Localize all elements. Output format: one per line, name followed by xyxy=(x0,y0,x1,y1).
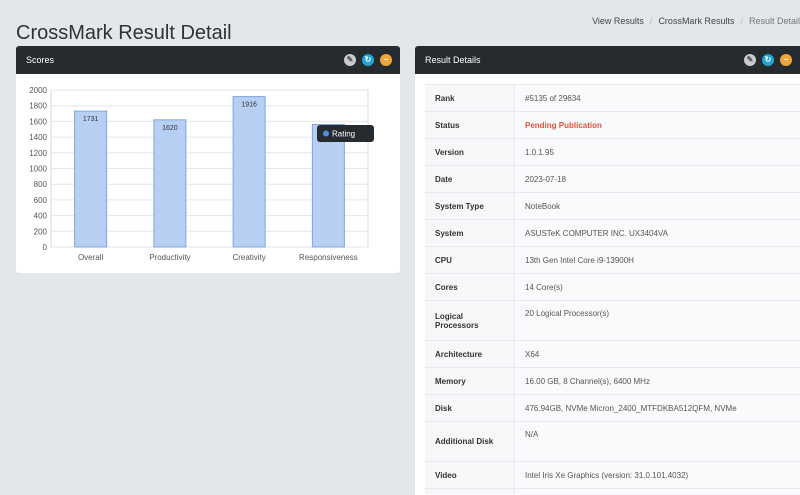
detail-value-memory: 16.00 GB, 8 Channel(s), 6400 MHz xyxy=(514,367,800,395)
detail-value-disk: 476.94GB, NVMe Micron_2400_MTFDKBA512QFM… xyxy=(514,394,800,422)
table-row: Rank #5135 of 29634 xyxy=(425,84,800,112)
detail-key-date: Date xyxy=(425,165,515,193)
detail-value-video: Intel Iris Xe Graphics (version: 31.0.10… xyxy=(514,461,800,489)
bar-data-label: 1731 xyxy=(83,116,99,123)
breadcrumb-separator: / xyxy=(740,16,743,26)
detail-key-version: Version xyxy=(425,138,515,166)
detail-value-next xyxy=(514,488,800,495)
detail-key-additional-disk: Additional Disk xyxy=(425,421,515,462)
collapse-icon[interactable]: − xyxy=(780,54,792,66)
table-row: Additional Disk N/A xyxy=(425,421,800,462)
x-tick-label: Responsiveness xyxy=(299,253,358,262)
result-details-tools: ✎ ↻ − xyxy=(744,54,792,66)
collapse-icon[interactable]: − xyxy=(380,54,392,66)
page-title: CrossMark Result Detail xyxy=(16,22,232,45)
scores-panel-header: Scores ✎ ↻ − xyxy=(16,46,400,74)
breadcrumb-separator: / xyxy=(649,16,653,26)
bar-data-label: 1620 xyxy=(162,125,178,132)
table-row: Memory 16.00 GB, 8 Channel(s), 6400 MHz xyxy=(425,367,800,395)
refresh-icon[interactable]: ↻ xyxy=(362,54,374,66)
bar-productivity xyxy=(153,119,187,248)
detail-key-system: System xyxy=(425,219,515,247)
x-tick-label: Creativity xyxy=(232,253,265,262)
wrench-icon[interactable]: ✎ xyxy=(344,54,356,66)
legend-dot xyxy=(323,130,329,137)
bar-responsiveness xyxy=(311,123,345,248)
y-tick-label: 200 xyxy=(34,227,48,236)
x-tick-label: Productivity xyxy=(149,253,190,262)
breadcrumb: View Results / CrossMark Results / Result De… xyxy=(592,16,800,26)
breadcrumb-crossmark-results[interactable]: CrossMark Results xyxy=(658,16,734,26)
breadcrumb-result-detail: Result Detail xyxy=(748,16,800,26)
y-tick-label: 1600 xyxy=(29,117,47,126)
detail-key-cores: Cores xyxy=(425,273,515,301)
table-row: System Type NoteBook xyxy=(425,192,800,220)
detail-key-architecture: Architecture xyxy=(425,340,515,368)
bar-creativity xyxy=(232,96,266,248)
y-tick-label: 1000 xyxy=(29,165,47,174)
detail-key-cpu: CPU xyxy=(425,246,515,274)
y-tick-label: 800 xyxy=(34,180,48,189)
legend-label: Rating xyxy=(332,130,355,139)
y-tick-label: 2000 xyxy=(29,86,47,95)
table-row: CPU 13th Gen Intel Core i9-13900H xyxy=(425,246,800,274)
table-row: Video Intel Iris Xe Graphics (version: 31… xyxy=(425,461,800,489)
bar-overall xyxy=(74,110,108,248)
table-row: Logical Processors 20 Logical Processor(s… xyxy=(425,300,800,341)
detail-value-logical-processors: 20 Logical Processor(s) xyxy=(514,300,800,341)
table-row: Version 1.0.1.95 xyxy=(425,138,800,166)
table-row: Disk 476.94GB, NVMe Micron_2400_MTFDKBA51… xyxy=(425,394,800,422)
y-tick-label: 1400 xyxy=(29,133,47,142)
scores-panel-tools: ✎ ↻ − xyxy=(344,54,392,66)
result-details-header: Result Details ✎ ↻ − xyxy=(415,46,800,74)
table-row: Architecture X64 xyxy=(425,340,800,368)
detail-value-system: ASUSTeK COMPUTER INC. UX3404VA xyxy=(514,219,800,247)
detail-key-logical-processors: Logical Processors xyxy=(425,300,515,341)
y-tick-label: 400 xyxy=(34,212,48,221)
bar-data-label: 1916 xyxy=(241,102,257,109)
y-tick-label: 1200 xyxy=(29,149,47,158)
detail-key-disk: Disk xyxy=(425,394,515,422)
table-row xyxy=(425,488,800,495)
y-tick-label: 1800 xyxy=(29,102,47,111)
detail-value-cpu: 13th Gen Intel Core i9-13900H xyxy=(514,246,800,274)
detail-key-status: Status xyxy=(425,111,515,139)
detail-value-date: 2023-07-18 xyxy=(514,165,800,193)
detail-key-system-type: System Type xyxy=(425,192,515,220)
scores-panel-title: Scores xyxy=(26,55,55,65)
detail-value-cores: 14 Core(s) xyxy=(514,273,800,301)
y-tick-label: 0 xyxy=(43,243,48,252)
detail-key-rank: Rank xyxy=(425,84,515,112)
status-badge: Pending Publication xyxy=(514,111,800,139)
table-row: Status Pending Publication xyxy=(425,111,800,139)
breadcrumb-view-results[interactable]: View Results xyxy=(592,16,644,26)
y-tick-label: 600 xyxy=(34,196,48,205)
result-details-title: Result Details xyxy=(425,55,481,65)
detail-value-rank: #5135 of 29634 xyxy=(514,84,800,112)
detail-value-system-type: NoteBook xyxy=(514,192,800,220)
detail-value-architecture: X64 xyxy=(514,340,800,368)
wrench-icon[interactable]: ✎ xyxy=(744,54,756,66)
scores-chart: 0 200 400 600 800 1000 1200 1400 1600 1800 2000 173… xyxy=(29,86,374,262)
x-tick-label: Overall xyxy=(78,253,104,262)
table-row: Cores 14 Core(s) xyxy=(425,273,800,301)
detail-key-next xyxy=(425,488,515,495)
result-details-panel: Result Details ✎ ↻ − Rank #5135 of 29634 … xyxy=(415,46,800,495)
detail-key-memory: Memory xyxy=(425,367,515,395)
detail-value-version: 1.0.1.95 xyxy=(514,138,800,166)
refresh-icon[interactable]: ↻ xyxy=(762,54,774,66)
scores-panel: Scores ✎ ↻ − 0 200 400 600 800 1000 1200 1400 16… xyxy=(16,46,400,273)
result-details-table: Rank #5135 of 29634 Status Pending Publica… xyxy=(425,84,800,495)
detail-value-additional-disk: N/A xyxy=(514,421,800,462)
table-row: Date 2023-07-18 xyxy=(425,165,800,193)
detail-key-video: Video xyxy=(425,461,515,489)
table-row: System ASUSTeK COMPUTER INC. UX3404VA xyxy=(425,219,800,247)
